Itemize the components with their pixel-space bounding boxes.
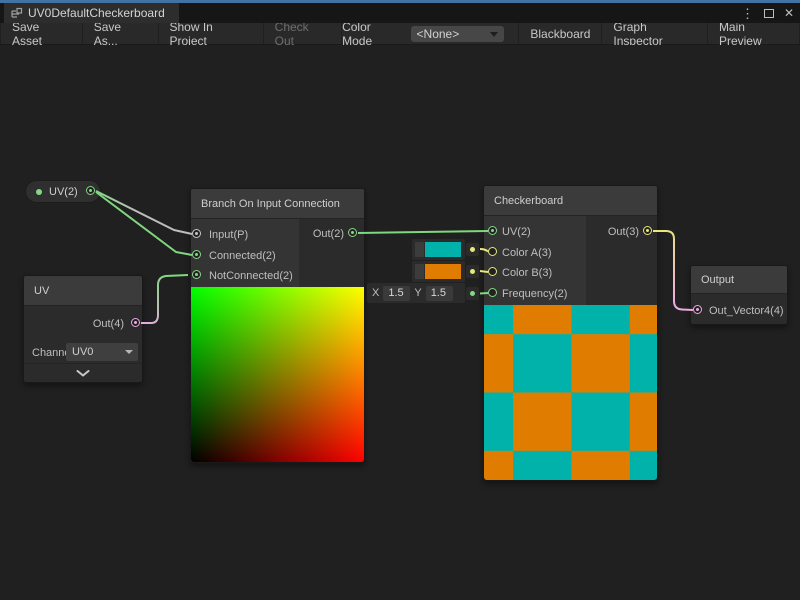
branch-node-preview [191,287,364,462]
color-field-edge [415,242,424,257]
checkerboard-frequency-label: Frequency(2) [502,288,567,300]
branch-input-p-label: Input(P) [209,229,248,241]
port-branch-notconnected[interactable] [192,270,201,279]
graph-inspector-toggle-button[interactable]: Graph Inspector [601,23,707,44]
branch-connected-label: Connected(2) [209,250,276,262]
color-mode-value: <None> [417,27,460,41]
color-a-value-widget[interactable] [412,239,465,260]
property-node-label: UV(2) [49,186,78,198]
branch-notconnected-label: NotConnected(2) [209,270,293,282]
shader-graph-toolbar: Save Asset Save As... Show In Project Ch… [0,23,800,45]
frequency-x-input[interactable]: 1.5 [383,286,410,301]
chevron-down-icon [76,370,90,377]
output-in-port-label: Out_Vector4(4) [709,305,784,317]
tab-uv0defaultcheckerboard[interactable]: UV0DefaultCheckerboard [4,3,179,23]
checkerboard-node-title: Checkerboard [484,186,657,216]
color-a-swatch[interactable] [425,242,461,257]
main-preview-toggle-button[interactable]: Main Preview [707,23,800,44]
edge-uvout4-to-notconnected[interactable] [141,275,188,323]
checkerboard-color-a-label: Color A(3) [502,247,552,259]
show-in-project-button[interactable]: Show In Project [159,23,264,44]
uv-node-title: UV [24,276,142,306]
close-icon[interactable]: ✕ [784,7,794,19]
checkerboard-color-b-label: Color B(3) [502,267,552,279]
check-out-button: Check Out [264,23,342,44]
uv-channel-dropdown[interactable]: UV0 [66,343,138,361]
branch-node-title: Branch On Input Connection [191,189,364,219]
port-output-vector4[interactable] [693,305,702,314]
color-a-connector-dot [466,243,479,256]
maximize-icon[interactable] [764,9,774,18]
port-uvproperty-out[interactable] [86,186,95,195]
chevron-down-icon [490,32,498,37]
save-as-button[interactable]: Save As... [83,23,159,44]
uv-channel-label: Channe [32,347,71,359]
edge-uvprop-to-connected[interactable] [96,192,192,255]
port-checkerboard-color-b[interactable] [488,267,497,276]
node-checkerboard[interactable]: Checkerboard UV(2) Color A(3) Color B(3)… [483,185,658,481]
port-uv-out4[interactable] [131,318,140,327]
branch-out-port-label: Out(2) [313,228,344,240]
port-checkerboard-frequency[interactable] [488,288,497,297]
color-field-edge [415,264,424,279]
checkerboard-out-port-label: Out(3) [608,226,639,238]
uv-channel-value: UV0 [72,346,93,358]
uv-collapse-toggle[interactable] [24,363,142,382]
blackboard-toggle-button[interactable]: Blackboard [518,23,601,44]
frequency-connector-dot [466,287,479,300]
vector2-type-dot [36,189,42,195]
checkerboard-node-preview [484,305,657,480]
save-asset-button[interactable]: Save Asset [0,23,83,44]
output-node-title: Output [691,266,787,294]
edge-checkerout-to-output[interactable] [653,231,693,310]
kebab-menu-icon[interactable]: ⋮ [741,7,754,20]
port-branch-connected[interactable] [192,250,201,259]
port-checkerboard-out[interactable] [643,226,652,235]
edge-branchout-to-checkeruv[interactable] [358,231,488,233]
frequency-x-label: X [372,287,379,299]
node-branch-on-input-connection[interactable]: Branch On Input Connection Input(P) Conn… [190,188,365,463]
node-uv[interactable]: UV Out(4) Channe UV0 [23,275,143,383]
graph-canvas[interactable]: UV(2) UV Out(4) Channe UV0 Branch On Inp… [0,45,800,599]
edge-uvprop-to-inputp[interactable] [96,191,192,234]
color-mode-label: Color Mode [342,20,402,48]
tab-title: UV0DefaultCheckerboard [28,6,165,20]
port-checkerboard-color-a[interactable] [488,247,497,256]
color-b-value-widget[interactable] [412,261,465,282]
frequency-y-input[interactable]: 1.5 [426,286,453,301]
frequency-y-label: Y [414,287,421,299]
uv-out-port-label: Out(4) [93,318,124,330]
shadergraph-icon [10,7,23,20]
frequency-value-widget: X 1.5 Y 1.5 [367,283,465,303]
checkerboard-uv-label: UV(2) [502,226,531,238]
tab-bar: UV0DefaultCheckerboard ⋮ ✕ [0,3,800,23]
port-branch-out[interactable] [348,228,357,237]
node-output[interactable]: Output Out_Vector4(4) [690,265,788,325]
color-b-swatch[interactable] [425,264,461,279]
port-checkerboard-uv[interactable] [488,226,497,235]
chevron-down-icon [125,350,133,354]
port-branch-input-p[interactable] [192,229,201,238]
color-b-connector-dot [466,265,479,278]
color-mode-dropdown[interactable]: <None> [411,26,505,42]
